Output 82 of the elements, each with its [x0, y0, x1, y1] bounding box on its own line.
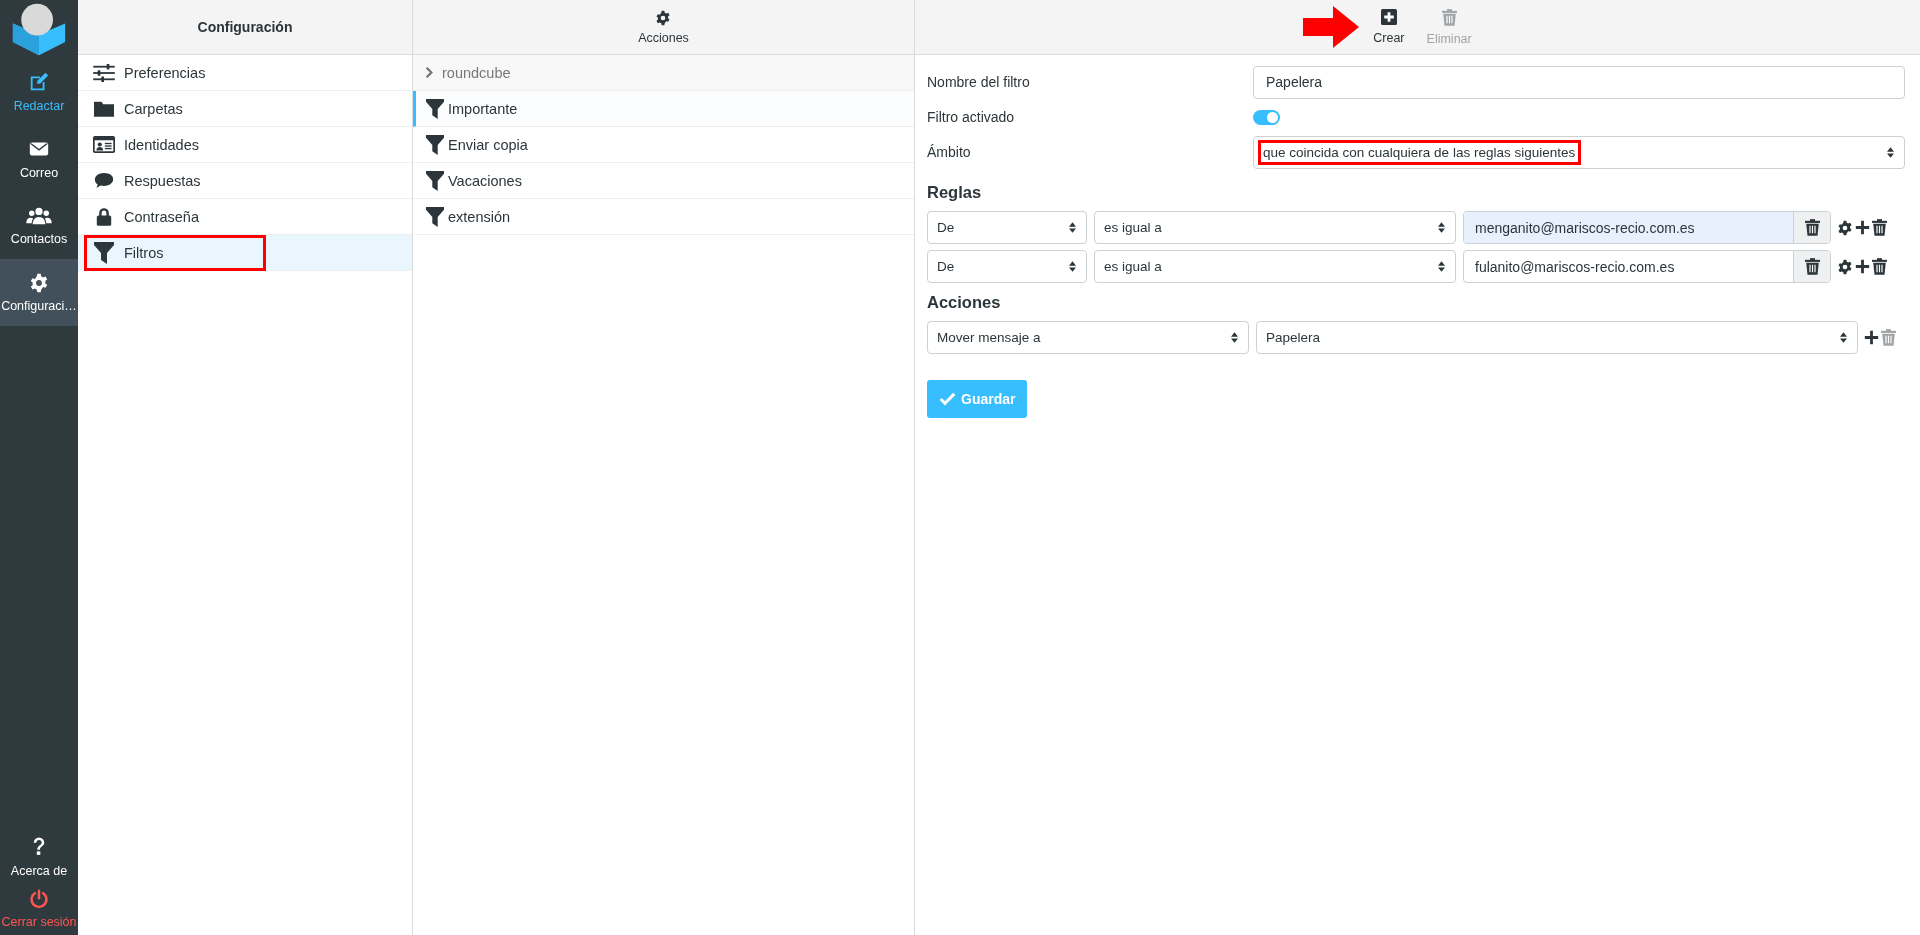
caret-icon: [1231, 332, 1238, 343]
settings-item[interactable]: Identidades: [78, 127, 412, 163]
delete-button[interactable]: [1872, 258, 1887, 275]
input-field[interactable]: menganito@mariscos-recio.com.es: [1463, 211, 1831, 244]
filter-item[interactable]: Importante: [413, 91, 914, 127]
power-icon: [29, 889, 49, 909]
toolbar-button[interactable]: Crear: [1367, 0, 1411, 54]
field-label: Nombre del filtro: [927, 74, 1031, 90]
caret-icon: [1069, 222, 1076, 233]
padlock-icon: [96, 206, 112, 227]
select-field[interactable]: es igual a: [1094, 211, 1456, 244]
add-button[interactable]: [1855, 220, 1870, 235]
funnel-icon: [426, 98, 444, 119]
caret-icon: [1069, 261, 1076, 272]
trash-icon: [1441, 8, 1457, 26]
section-heading: Acciones: [927, 293, 1002, 312]
caret-icon: [1438, 222, 1445, 233]
folder-icon: [94, 100, 114, 117]
plus-square-icon: [1380, 9, 1397, 25]
plus-icon: [1855, 220, 1870, 235]
caret-icon: [1438, 261, 1445, 272]
settings-icon: [655, 9, 672, 26]
select-field[interactable]: Mover mensaje a: [927, 321, 1249, 354]
delete-button[interactable]: [1793, 251, 1830, 282]
add-button[interactable]: [1864, 330, 1879, 345]
settings-item[interactable]: Carpetas: [78, 91, 412, 127]
filter-item[interactable]: extensión: [413, 199, 914, 235]
trash-icon: [1872, 219, 1887, 236]
funnel-icon: [426, 206, 444, 227]
people-icon: [26, 205, 52, 226]
settings-icon: [1837, 219, 1853, 236]
nav-item[interactable]: Correo: [0, 125, 78, 192]
check-icon: [939, 392, 956, 406]
speech-bubble-icon: [94, 172, 114, 189]
toggle-switch[interactable]: [1253, 109, 1280, 125]
settings-item[interactable]: Filtros: [78, 235, 412, 271]
pencil-square-icon: [28, 70, 50, 93]
caret-icon: [1887, 146, 1894, 158]
trash-icon: [1804, 258, 1820, 275]
chevron-icon: [425, 67, 433, 78]
settings-icon: [1837, 258, 1853, 275]
trash-icon: [1881, 329, 1896, 346]
select-field[interactable]: que coincida con cualquiera de las reglas siguientes: [1253, 135, 1905, 169]
nav-item[interactable]: Cerrar sesión: [0, 883, 78, 935]
plus-icon: [1864, 330, 1879, 345]
settings-item[interactable]: Preferencias: [78, 55, 412, 91]
caret-icon: [1840, 332, 1847, 343]
settings-icon: [29, 272, 49, 293]
settings-item[interactable]: Respuestas: [78, 163, 412, 199]
delete-button[interactable]: [1793, 212, 1830, 243]
filter-set-item[interactable]: roundcube: [413, 55, 914, 91]
id-card-icon: [93, 136, 115, 153]
funnel-icon: [94, 241, 114, 264]
logo-icon: [11, 2, 67, 56]
filter-item[interactable]: Vacaciones: [413, 163, 914, 199]
select-field[interactable]: es igual a: [1094, 250, 1456, 283]
settings-button[interactable]: [1837, 258, 1853, 275]
add-button[interactable]: [1855, 259, 1870, 274]
funnel-icon: [426, 170, 444, 191]
panel-title: Configuración: [78, 0, 412, 55]
section-heading: Reglas: [927, 183, 983, 202]
nav-item[interactable]: Configuraci…: [0, 259, 78, 326]
input-field[interactable]: Papelera: [1253, 65, 1905, 99]
select-field[interactable]: De: [927, 250, 1087, 283]
field-label: Filtro activado: [927, 109, 1016, 125]
question-mark-icon: [32, 836, 46, 858]
trash-icon: [1804, 219, 1820, 236]
select-field[interactable]: De: [927, 211, 1087, 244]
sliders-icon: [93, 63, 115, 82]
nav-item[interactable]: Acerca de: [0, 831, 78, 883]
trash-icon: [1872, 258, 1887, 275]
delete-button[interactable]: [1872, 219, 1887, 236]
plus-icon: [1855, 259, 1870, 274]
input-field[interactable]: fulanito@mariscos-recio.com.es: [1463, 250, 1831, 283]
actions-menu-button[interactable]: Acciones: [632, 8, 695, 46]
field-label: Ámbito: [927, 144, 972, 160]
select-field[interactable]: Papelera: [1256, 321, 1858, 354]
filter-item[interactable]: Enviar copia: [413, 127, 914, 163]
settings-button[interactable]: [1837, 219, 1853, 236]
nav-item[interactable]: Contactos: [0, 192, 78, 259]
funnel-icon: [426, 134, 444, 155]
nav-item[interactable]: Redactar: [0, 58, 78, 125]
